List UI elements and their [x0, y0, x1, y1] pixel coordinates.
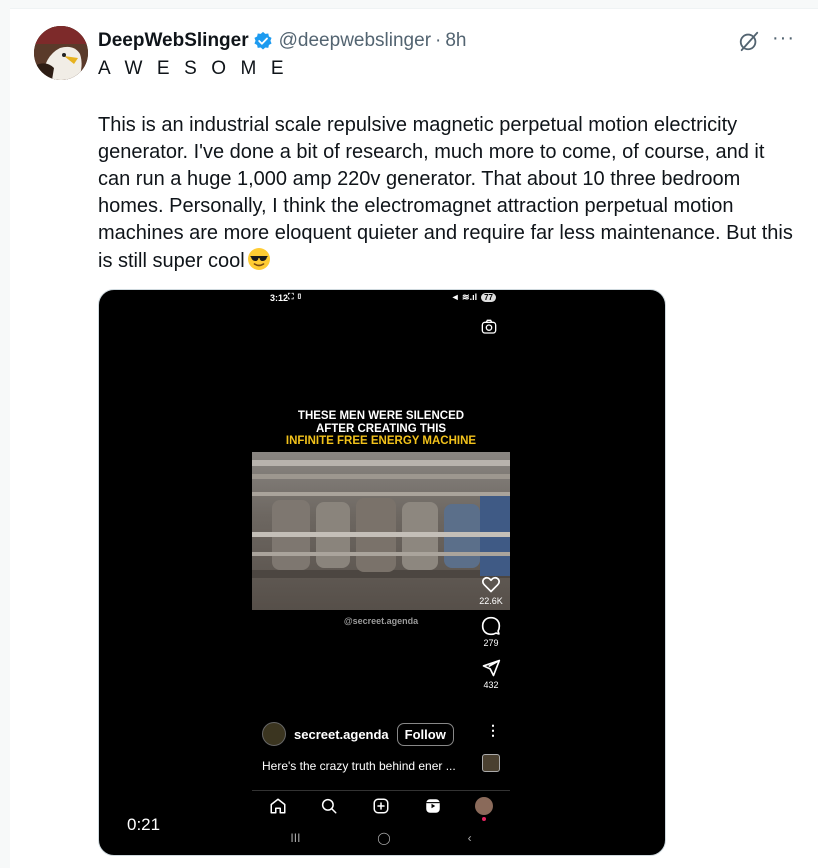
comment-icon: [481, 616, 501, 636]
tweet-timestamp[interactable]: 8h: [445, 30, 466, 52]
video-frame-machine: [252, 452, 510, 610]
reels-icon: [425, 799, 440, 813]
verified-badge-icon[interactable]: [253, 31, 273, 51]
phone-status-bar: 3:12 ⛶ ▯ ◄ ≋.ıl 77: [252, 290, 510, 308]
machine-image: [252, 460, 510, 578]
comment-count: 279: [483, 638, 499, 648]
back-icon: ‹: [467, 831, 472, 845]
status-time: 3:12: [270, 293, 289, 303]
share-action: 432: [474, 658, 508, 690]
caption-line-2: AFTER CREATING THIS: [315, 422, 447, 435]
reel-avatar: [262, 722, 286, 746]
follow-button: Follow: [396, 722, 454, 746]
user-subtitle: AWESOME: [98, 58, 299, 79]
user-handle[interactable]: @deepwebslinger: [279, 30, 431, 52]
heart-icon: [482, 576, 500, 593]
like-action: 22.6K: [474, 574, 508, 606]
reel-user-row: secreet.agenda Follow: [262, 722, 454, 746]
camera-icon: [481, 319, 497, 334]
tweet-card[interactable]: DeepWebSlinger @deepwebslinger · 8h AWES…: [10, 8, 818, 868]
create-icon: [373, 798, 389, 814]
like-count: 22.6K: [479, 596, 503, 606]
battery-indicator: 77: [481, 293, 496, 302]
caption-line-3: INFINITE FREE ENERGY MACHINE: [285, 435, 477, 447]
reel-side-actions: 22.6K 279 432: [474, 574, 508, 700]
send-icon: [482, 659, 501, 677]
more-options-icon[interactable]: ···: [772, 28, 796, 53]
sunglasses-emoji-icon: [247, 248, 270, 270]
recents-icon: III: [290, 831, 301, 845]
display-name[interactable]: DeepWebSlinger: [98, 30, 249, 52]
avatar[interactable]: [34, 26, 88, 80]
tweet-body: This is an industrial scale repulsive ma…: [98, 114, 793, 272]
video-watermark: @secreet.agenda: [343, 616, 419, 626]
share-count: 432: [483, 680, 499, 690]
video-duration: 0:21: [127, 815, 161, 834]
comment-action: 279: [474, 616, 508, 648]
android-navigation-bar: III ◯ ‹: [252, 828, 510, 848]
reel-more-icon: ⋮: [486, 722, 500, 738]
video-player[interactable]: 3:12 ⛶ ▯ ◄ ≋.ıl 77 THESE MEN WERE SILENC…: [98, 289, 666, 856]
profile-icon: [475, 797, 494, 821]
status-icons: ⛶ ▯: [288, 292, 303, 301]
signal-icons: ◄ ≋.ıl: [450, 292, 478, 302]
separator-dot: ·: [435, 30, 442, 51]
instagram-bottom-nav: [252, 790, 510, 821]
video-overlay-caption: THESE MEN WERE SILENCED AFTER CREATING T…: [252, 410, 510, 448]
eagle-avatar-image: [34, 26, 88, 80]
reel-username: secreet.agenda: [294, 726, 389, 742]
grok-icon[interactable]: [738, 30, 760, 52]
search-icon: [322, 798, 337, 814]
home-circle-icon: ◯: [377, 831, 391, 845]
tweet-text: This is an industrial scale repulsive ma…: [98, 112, 798, 275]
reel-caption: Here's the crazy truth behind ener ...: [262, 759, 456, 773]
home-icon: [270, 798, 286, 814]
audio-thumbnail: [482, 754, 500, 772]
caption-line-1: THESE MEN WERE SILENCED: [297, 410, 465, 422]
phone-screen-recording: 3:12 ⛶ ▯ ◄ ≋.ıl 77 THESE MEN WERE SILENC…: [252, 290, 510, 855]
status-right: ◄ ≋.ıl 77: [451, 292, 496, 303]
